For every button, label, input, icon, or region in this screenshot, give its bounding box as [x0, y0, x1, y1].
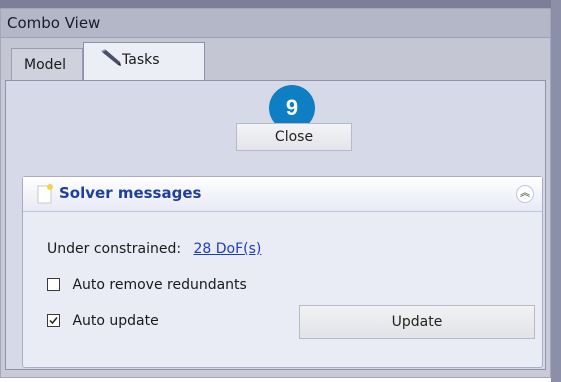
auto-remove-checkbox[interactable]: [47, 278, 60, 291]
document-icon: [37, 184, 53, 204]
close-button[interactable]: Close: [236, 123, 352, 151]
solver-title: Solver messages: [59, 184, 202, 202]
status-label: Under constrained:: [47, 241, 182, 257]
solver-header[interactable]: Solver messages ︽: [23, 177, 542, 212]
auto-remove-row[interactable]: Auto remove redundants: [47, 277, 247, 293]
background-strip: [0, 0, 561, 8]
combo-view-panel: Combo View Model Tasks 9 Close Solver me…: [0, 8, 551, 378]
auto-update-label: Auto update: [72, 313, 159, 329]
background-strip-right: [551, 0, 561, 382]
tab-model-label: Model: [24, 57, 67, 73]
title-bar: Combo View: [1, 9, 550, 38]
pencil-icon: [101, 49, 121, 66]
collapse-chevron-icon[interactable]: ︽: [516, 185, 534, 203]
tab-tasks-label: Tasks: [122, 52, 160, 68]
checkmark-icon: [49, 317, 58, 325]
auto-remove-label: Auto remove redundants: [72, 277, 247, 293]
tab-model[interactable]: Model: [11, 48, 83, 80]
dof-link[interactable]: 28 DoF(s): [194, 241, 262, 257]
tab-bar: Model Tasks: [1, 38, 550, 80]
under-constrained-row: Under constrained: 28 DoF(s): [47, 241, 261, 257]
auto-update-row[interactable]: Auto update: [47, 313, 159, 329]
solver-messages-box: Solver messages ︽ Under constrained: 28 …: [22, 176, 543, 368]
window-title: Combo View: [7, 14, 101, 32]
tab-tasks[interactable]: Tasks: [83, 42, 205, 80]
tasks-panel: 9 Close Solver messages ︽ Under constrai…: [5, 75, 546, 370]
auto-update-checkbox[interactable]: [47, 314, 60, 327]
update-button[interactable]: Update: [299, 305, 535, 339]
